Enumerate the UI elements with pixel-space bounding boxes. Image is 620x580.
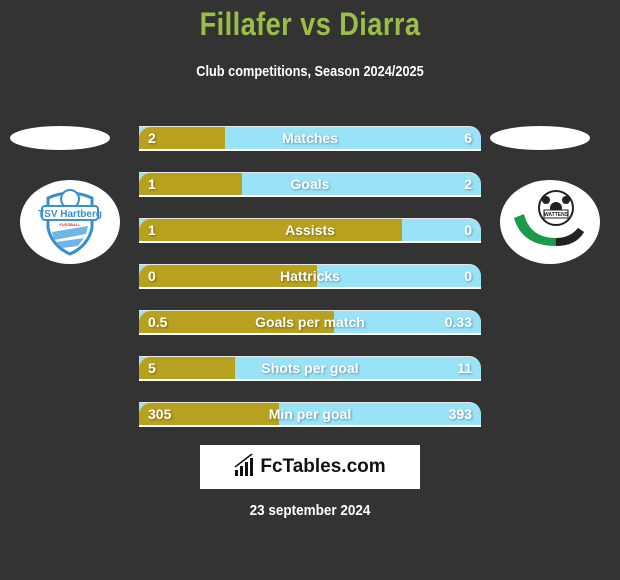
left-player-value: 1 <box>148 222 156 238</box>
left-player-value: 0.5 <box>148 314 168 330</box>
right-player-value: 2 <box>464 176 472 192</box>
stat-label: Assists <box>285 222 335 238</box>
right-player-value: 0 <box>464 222 472 238</box>
stat-label: Hattricks <box>280 268 340 284</box>
fctables-brand-banner[interactable]: FcTables.com <box>200 445 420 489</box>
left-player-value: 1 <box>148 176 156 192</box>
wsg-swarovski-crest-icon[interactable]: WATTENS <box>500 180 600 264</box>
brand-name: FcTables.com <box>260 456 386 477</box>
left-player-value: 2 <box>148 130 156 146</box>
right-player-value: 393 <box>448 406 472 422</box>
page-title: Fillafer vs Diarra <box>199 6 421 42</box>
page-subtitle: Club competitions, Season 2024/2025 <box>196 63 424 80</box>
right-player-value: 6 <box>464 130 472 146</box>
svg-text:WATTENS: WATTENS <box>544 212 569 218</box>
stat-label: Shots per goal <box>261 360 359 376</box>
left-player-value: 305 <box>148 406 172 422</box>
tsv-hartberg-crest-icon[interactable]: TSV Hartberg FUSSBALL <box>20 180 120 264</box>
bar-chart-icon <box>234 452 256 482</box>
stat-row-assists: Assists 1 0 <box>139 218 481 243</box>
stat-row-shots-per-goal: Shots per goal 5 11 <box>139 356 481 381</box>
svg-text:TSV Hartberg: TSV Hartberg <box>38 209 102 220</box>
stat-row-matches: Matches 2 6 <box>139 126 481 151</box>
stat-label: Goals per match <box>255 314 365 330</box>
right-player-value: 0 <box>464 268 472 284</box>
stat-row-min-per-goal: Min per goal 305 393 <box>139 402 481 427</box>
svg-text:FUSSBALL: FUSSBALL <box>59 222 81 227</box>
stat-label: Min per goal <box>268 406 352 422</box>
left-player-value: 0 <box>148 268 156 284</box>
right-player-oval <box>490 126 590 150</box>
stat-row-goals-per-match: Goals per match 0.5 0.33 <box>139 310 481 335</box>
stat-row-goals: Goals 1 2 <box>139 172 481 197</box>
left-player-value: 5 <box>148 360 156 376</box>
stat-label: Goals <box>290 176 330 192</box>
left-player-oval <box>10 126 110 150</box>
right-player-value: 11 <box>457 360 472 376</box>
right-player-value: 0.33 <box>444 314 472 330</box>
stat-label: Matches <box>281 130 339 146</box>
stat-row-hattricks: Hattricks 0 0 <box>139 264 481 289</box>
date-label: 23 september 2024 <box>249 502 371 519</box>
